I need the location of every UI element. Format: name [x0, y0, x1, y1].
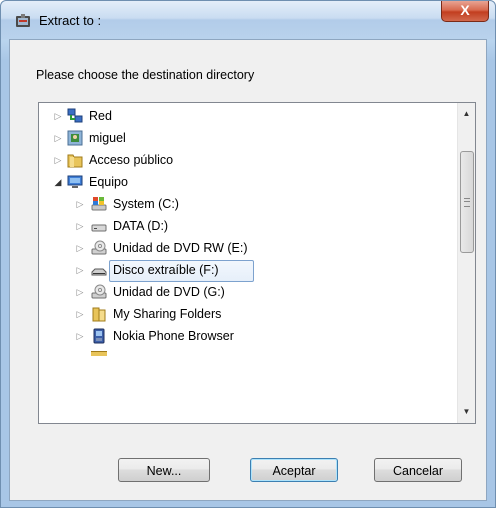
accept-button[interactable]: Aceptar	[250, 458, 338, 482]
scroll-thumb[interactable]	[460, 151, 474, 253]
scroll-down-arrow-icon[interactable]: ▼	[458, 403, 475, 420]
network-icon	[67, 108, 83, 123]
vertical-scrollbar[interactable]: ▲ ▼	[457, 103, 475, 423]
tree-item-label: Red	[89, 109, 112, 123]
removable-drive-icon	[91, 268, 107, 276]
collapse-arrow-icon[interactable]: ◢	[53, 171, 63, 193]
expand-arrow-icon[interactable]: ▷	[75, 281, 85, 303]
title-bar[interactable]: Extract to : X	[1, 1, 495, 39]
computer-icon	[67, 175, 83, 188]
tree-item-nokia-phone-browser[interactable]: ▷ Nokia Phone Browser	[39, 325, 459, 347]
expand-arrow-icon[interactable]: ▷	[75, 237, 85, 259]
dvd-drive-icon	[91, 240, 107, 255]
public-folder-icon	[67, 154, 83, 168]
scroll-up-arrow-icon[interactable]: ▲	[458, 105, 475, 122]
expand-arrow-icon[interactable]: ▷	[75, 193, 85, 215]
new-folder-button[interactable]: New...	[118, 458, 210, 482]
tree-item-label: Disco extraíble (F:)	[113, 263, 219, 277]
tree-item-my-sharing-folders[interactable]: ▷ My Sharing Folders	[39, 303, 459, 325]
tree-item-label: My Sharing Folders	[113, 307, 222, 321]
tree-item-dvd-g[interactable]: ▷ Unidad de DVD (G:)	[39, 281, 459, 303]
dvd-drive-icon	[91, 284, 107, 299]
tree-item-label: Acceso público	[89, 153, 174, 167]
archive-app-icon	[16, 14, 30, 27]
expand-arrow-icon[interactable]: ▷	[53, 105, 63, 127]
tree-item-dvd-rw-e[interactable]: ▷ Unidad de DVD RW (E:)	[39, 237, 459, 259]
extract-dialog: Extract to : X Please choose the destina…	[0, 0, 496, 508]
folder-icon	[92, 307, 106, 322]
tree-item-acceso-publico[interactable]: ▷ Acceso público	[39, 149, 459, 171]
tree-item-system-c[interactable]: ▷ System (C:)	[39, 193, 459, 215]
expand-arrow-icon[interactable]: ▷	[75, 215, 85, 237]
expand-arrow-icon[interactable]: ▷	[53, 149, 63, 171]
tree-item-label: DATA (D:)	[113, 219, 169, 233]
dialog-body: Please choose the destination directory …	[9, 39, 487, 501]
hard-drive-icon	[91, 224, 107, 232]
close-button[interactable]: X	[441, 1, 489, 22]
tree-item-equipo[interactable]: ◢ Equipo	[39, 171, 459, 193]
tree-item-label: Unidad de DVD (G:)	[113, 285, 225, 299]
tree-item-red[interactable]: ▷ Red	[39, 105, 459, 127]
tree-item-data-d[interactable]: ▷ DATA (D:)	[39, 215, 459, 237]
instruction-text: Please choose the destination directory	[36, 68, 255, 82]
folder-tree[interactable]: ▷ Red ▷ miguel ▷ Acceso público ◢ Equipo…	[38, 102, 476, 424]
tree-item-miguel[interactable]: ▷ miguel	[39, 127, 459, 149]
tree-item-label: Nokia Phone Browser	[113, 329, 234, 343]
expand-arrow-icon[interactable]: ▷	[75, 259, 85, 281]
system-drive-icon	[91, 197, 107, 211]
cancel-button[interactable]: Cancelar	[374, 458, 462, 482]
expand-arrow-icon[interactable]: ▷	[53, 127, 63, 149]
grip-icon	[464, 198, 470, 207]
tree-item-partial	[91, 351, 107, 356]
phone-browser-icon	[93, 328, 105, 344]
tree-item-label: System (C:)	[113, 197, 179, 211]
tree-item-label: miguel	[89, 131, 126, 145]
user-folder-icon	[67, 130, 83, 146]
tree-item-label: Unidad de DVD RW (E:)	[113, 241, 248, 255]
expand-arrow-icon[interactable]: ▷	[75, 303, 85, 325]
tree-item-label: Equipo	[89, 175, 128, 189]
tree-item-removable-f[interactable]: ▷ Disco extraíble (F:)	[39, 259, 459, 281]
expand-arrow-icon[interactable]: ▷	[75, 325, 85, 347]
window-title: Extract to :	[39, 13, 102, 28]
close-icon: X	[460, 2, 470, 18]
